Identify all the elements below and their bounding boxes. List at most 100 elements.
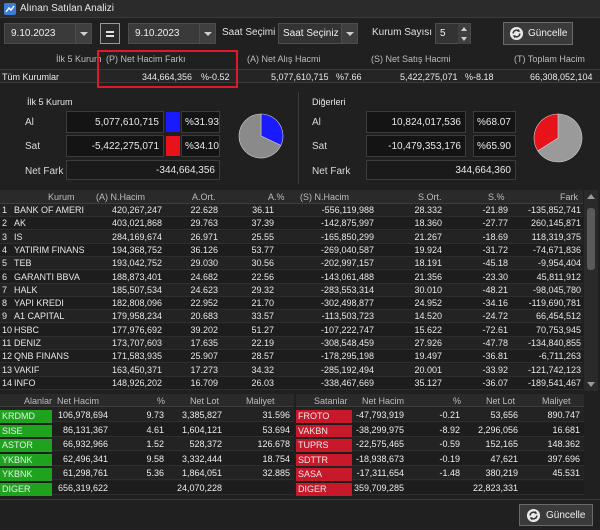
broker-name: VAKIF xyxy=(14,364,40,375)
symbol: SDTTR xyxy=(296,453,352,467)
list-item[interactable]: YKBNK 61,298,761 5.36 1,864,051 32.885 xyxy=(0,466,294,481)
list-item[interactable]: SASA -17,311,654 -1.48 380,219 45.531 xyxy=(296,466,584,481)
stepper-down-icon[interactable] xyxy=(458,34,470,44)
col-diff[interactable]: Fark xyxy=(560,192,578,202)
list-item[interactable]: DIGER 656,319,622 24,070,228 xyxy=(0,480,294,496)
update-button[interactable]: Güncelle xyxy=(503,22,573,45)
col-buy-volume[interactable]: (A) N.Hacim xyxy=(96,192,145,202)
col-sellers-pct[interactable]: % xyxy=(453,396,461,406)
table-row[interactable]: 2 AK 403,021,868 29.763 37.39 -142,875,997 18.… xyxy=(0,217,583,231)
col-buyers-pct[interactable]: % xyxy=(157,396,165,406)
table-row[interactable]: 3 IS 284,169,674 26.971 25.55 -165,850,299 21.… xyxy=(0,230,583,244)
scroll-thumb[interactable] xyxy=(587,208,595,270)
chevron-down-icon[interactable] xyxy=(199,24,215,43)
buy-avg: 16.709 xyxy=(190,377,218,388)
chevron-down-icon[interactable] xyxy=(75,24,91,43)
diff: -98,045,780 xyxy=(532,284,581,295)
list-item[interactable]: SISE 86,131,367 4.61 1,604,121 53.694 xyxy=(0,422,294,438)
diff: 260,145,871 xyxy=(530,218,581,229)
col-broker[interactable]: Kurum xyxy=(48,192,75,202)
buy-volume: 179,958,234 xyxy=(111,311,162,322)
buy-volume: 148,926,202 xyxy=(111,377,162,388)
bottom-update-button[interactable]: Güncelle xyxy=(519,504,593,526)
summary-row[interactable]: Tüm Kurumlar 344,664,356 %-0.52 5,077,61… xyxy=(0,69,600,83)
sell-pct: -24.72 xyxy=(482,311,508,322)
col-sellers[interactable]: Satanlar xyxy=(314,396,348,406)
diff: 70,753,945 xyxy=(535,324,581,335)
table-row[interactable]: 6 GARANTI BBVA 188,873,401 24.682 22.56 -143,… xyxy=(0,270,583,284)
time-select[interactable]: Saat Seçiniz xyxy=(278,23,358,44)
top5-buy-value: 5,077,610,715 xyxy=(66,111,164,133)
buy-avg: 29.763 xyxy=(190,218,218,229)
list-item[interactable]: TUPRS -22,575,465 -0.59 152,165 148.362 xyxy=(296,437,584,452)
table-row[interactable]: 7 HALK 185,507,534 24.623 29.32 -283,553,314 3… xyxy=(0,283,583,297)
equal-dates-button[interactable] xyxy=(100,23,120,44)
stepper-up-icon[interactable] xyxy=(458,24,470,34)
count-stepper[interactable]: 5 xyxy=(435,23,471,44)
table-row[interactable]: 13 VAKIF 163,450,371 17.273 34.32 -285,192,49… xyxy=(0,363,583,377)
list-item[interactable]: FROTO -47,793,919 -0.21 53,656 890.747 xyxy=(296,408,584,423)
col-buyers-cost[interactable]: Maliyet xyxy=(246,396,275,406)
table-row[interactable]: 14 INFO 148,926,202 16.709 26.03 -338,467,669… xyxy=(0,376,583,390)
scroll-down-icon[interactable] xyxy=(587,382,595,387)
table-row[interactable]: 10 HSBC 177,976,692 39.202 51.27 -107,222,747… xyxy=(0,323,583,337)
col-buy-avg[interactable]: A.Ort. xyxy=(192,192,216,202)
list-item[interactable]: DIGER 359,709,285 22,823,331 xyxy=(296,480,584,496)
col-sellers-cost[interactable]: Maliyet xyxy=(542,396,571,406)
list-item[interactable]: KRDMD 106,978,694 9.73 3,385,827 31.596 xyxy=(0,408,294,423)
table-row[interactable]: 1 BANK OF AMERI 420,267,247 22.628 36.11 -556… xyxy=(0,204,583,217)
summary-buy: 5,077,610,715 xyxy=(271,72,329,82)
list-item[interactable]: VAKBN -38,299,975 -8.92 2,296,056 16.681 xyxy=(296,422,584,438)
col-sell-pct[interactable]: S.% xyxy=(488,192,505,202)
cost: 126.678 xyxy=(257,439,290,449)
table-row[interactable]: 11 DENIZ 173,707,603 17.635 22.19 -308,548,45… xyxy=(0,337,583,350)
sell-pct: -36.07 xyxy=(482,377,508,388)
brokers-table: Kurum (A) N.Hacim A.Ort. A.% (S) N.Hacim… xyxy=(0,190,583,391)
buy-volume: 284,169,674 xyxy=(111,231,162,242)
top5-buy-pct: %31.93 xyxy=(181,111,220,133)
list-item[interactable]: YKBNK 62,496,341 9.58 3,332,444 18.754 xyxy=(0,451,294,467)
col-buyers-lot[interactable]: Net Lot xyxy=(190,396,219,406)
net-volume: -18,938,673 xyxy=(355,453,404,464)
buy-volume: 194,368,752 xyxy=(111,244,162,255)
col-sell-volume[interactable]: (S) N.Hacim xyxy=(300,192,349,202)
list-item[interactable]: SDTTR -18,938,673 -0.19 47,621 397.696 xyxy=(296,451,584,467)
table-row[interactable]: 4 YATIRIM FINANS 194,368,752 36.126 53.77 -26… xyxy=(0,243,583,257)
highlight-box xyxy=(97,50,238,88)
table-scrollbar[interactable] xyxy=(584,190,598,391)
chevron-down-icon[interactable] xyxy=(341,24,357,43)
top5-sell-pct: %34.10 xyxy=(181,135,220,157)
end-date-picker[interactable]: 9.10.2023 xyxy=(128,23,216,44)
table-row[interactable]: 12 QNB FINANS 171,583,935 25.907 28.57 -178,2… xyxy=(0,350,583,364)
net-lot: 528,372 xyxy=(189,439,222,449)
sell-volume: -107,222,747 xyxy=(320,324,374,335)
sellers-table-header: Satanlar Net Hacim % Net Lot Maliyet xyxy=(296,394,584,407)
refresh-icon xyxy=(526,508,541,523)
others-pie-chart xyxy=(533,113,583,163)
net-lot: 1,604,121 xyxy=(181,424,222,435)
window-title: Alınan Satılan Analizi xyxy=(20,3,114,14)
list-item[interactable]: ASTOR 66,932,966 1.52 528,372 126.678 xyxy=(0,437,294,452)
top5-net-value: -344,664,356 xyxy=(66,160,220,180)
scroll-up-icon[interactable] xyxy=(587,194,595,199)
pct: 4.61 xyxy=(146,424,164,435)
table-row[interactable]: 8 YAPI KREDI 182,808,096 22.952 21.70 -302,49… xyxy=(0,297,583,311)
table-row[interactable]: 9 A1 CAPITAL 179,958,234 20.683 33.57 -113,50… xyxy=(0,310,583,324)
summary-col-total: (T) Toplam Hacim xyxy=(514,54,585,64)
col-sell-avg[interactable]: S.Ort. xyxy=(418,192,442,202)
sell-volume: -308,548,459 xyxy=(320,338,374,348)
broker-name: QNB FINANS xyxy=(14,351,70,362)
table-row[interactable]: 5 TEB 193,042,752 29.030 30.56 -202,997,157 18… xyxy=(0,257,583,271)
col-buy-pct[interactable]: A.% xyxy=(268,192,285,202)
buy-avg: 20.683 xyxy=(190,311,218,322)
net-lot: 3,332,444 xyxy=(181,453,222,464)
summary-col-buy: (A) Net Alış Hacmi xyxy=(247,54,321,64)
broker-name: BANK OF AMERI xyxy=(14,205,84,215)
col-buyers-volume[interactable]: Net Hacim xyxy=(57,396,99,406)
col-sellers-lot[interactable]: Net Lot xyxy=(486,396,515,406)
start-date-picker[interactable]: 9.10.2023 xyxy=(4,23,92,44)
sell-avg: 21.267 xyxy=(414,231,442,242)
col-buyers[interactable]: Alanlar xyxy=(24,396,52,406)
broker-name: HSBC xyxy=(14,324,40,335)
col-sellers-volume[interactable]: Net Hacim xyxy=(362,396,404,406)
